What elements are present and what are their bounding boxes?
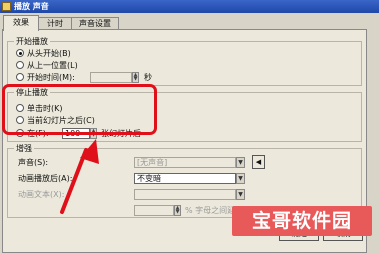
watermark-logo: 宝哥软件园: [232, 206, 372, 236]
effect-options-dialog: 播放 声音 效果 计时 声音设置 开始播放 从头开始(B) 从上一位置(L) 开…: [0, 0, 379, 253]
tab-effect[interactable]: 效果: [3, 15, 39, 31]
